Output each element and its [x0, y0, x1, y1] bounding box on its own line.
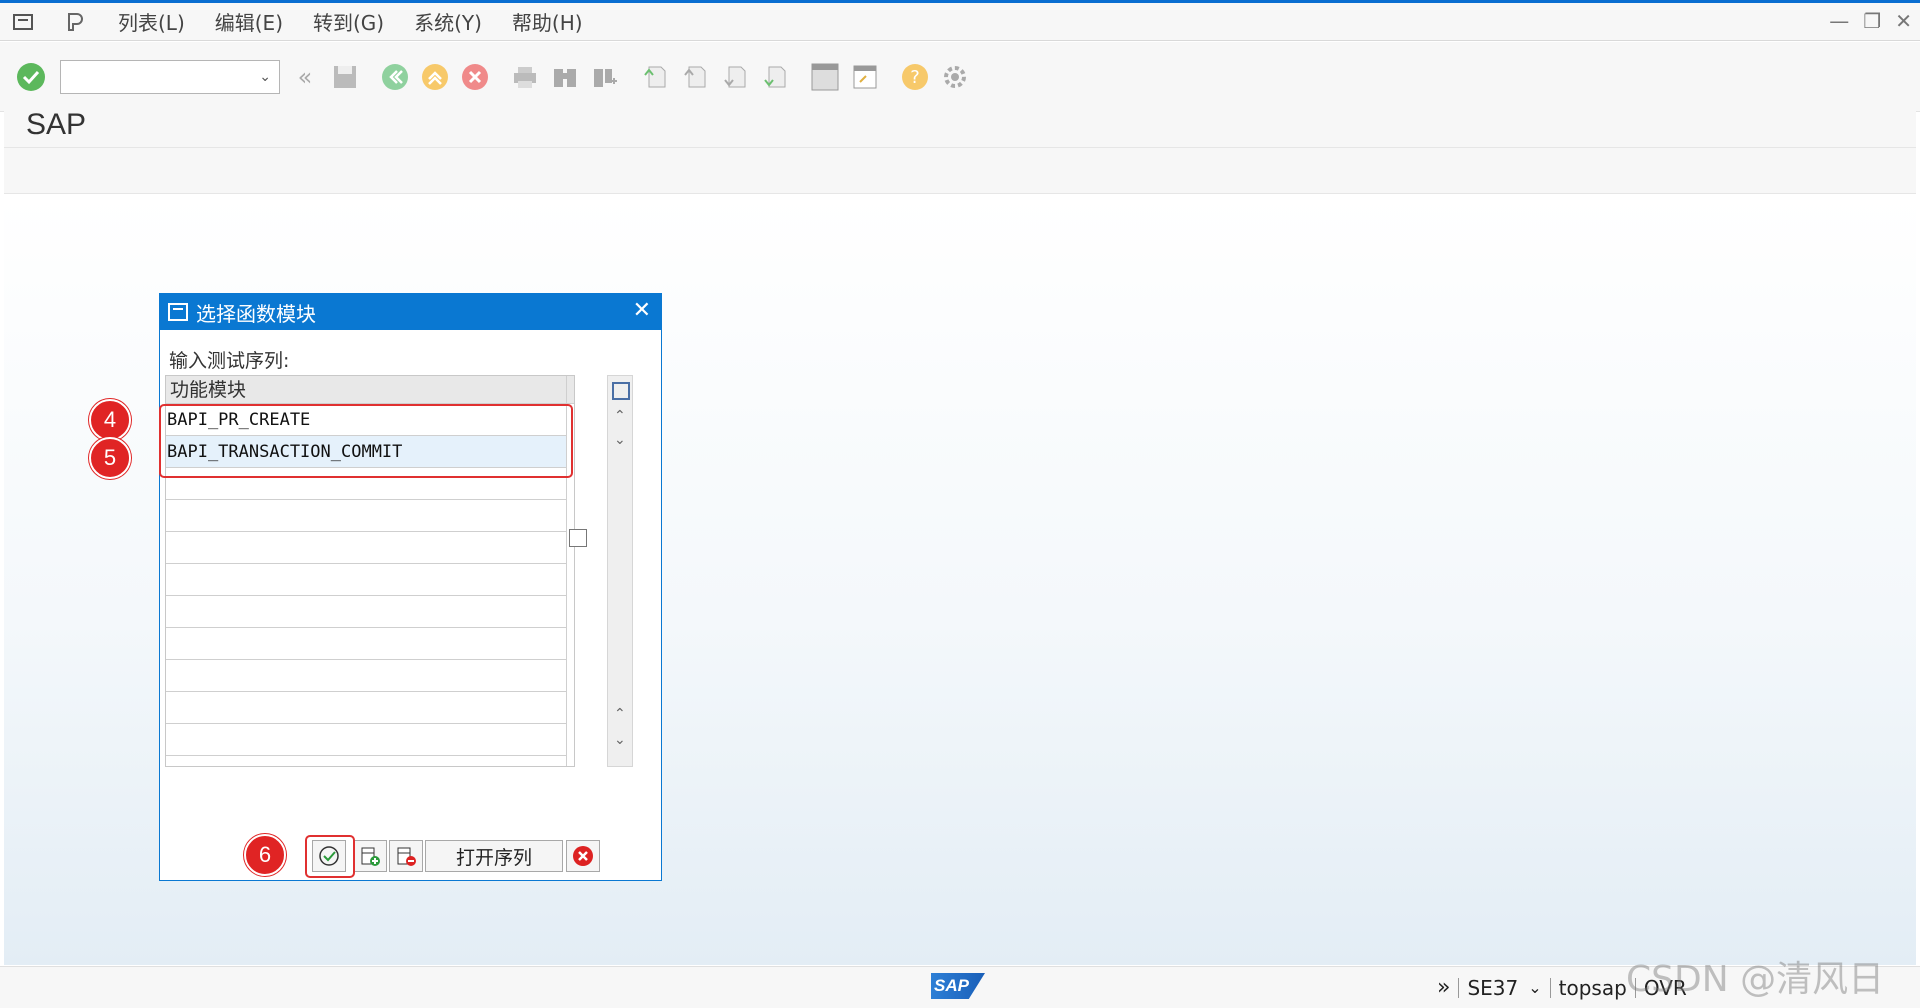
- user-name: topsap: [1558, 975, 1627, 1000]
- cancel-icon: [573, 846, 593, 866]
- dialog-header: 选择函数模块: [160, 294, 661, 330]
- last-page-icon: [758, 60, 792, 94]
- column-header-function-module: 功能模块: [166, 376, 574, 404]
- system-menu-icon[interactable]: [10, 11, 36, 33]
- double-left-icon: «: [297, 62, 313, 91]
- table-row[interactable]: [166, 724, 566, 756]
- table-row[interactable]: [166, 692, 566, 724]
- find-next-icon: [588, 60, 622, 94]
- cancel-icon[interactable]: [458, 60, 492, 94]
- insert-row-icon: [361, 847, 380, 866]
- menu-bar: 列表(L) 编辑(E) 转到(G) 系统(Y) 帮助(H) — ❐ ✕: [0, 3, 1920, 41]
- insert-row-button[interactable]: [353, 840, 387, 872]
- table-scrollbar[interactable]: ⌃ ⌄ ⌃ ⌄: [607, 375, 633, 767]
- table-row[interactable]: [166, 628, 566, 660]
- table-settings-icon[interactable]: [612, 382, 630, 400]
- transaction-code: SE37: [1467, 975, 1519, 1000]
- scroll-down-icon[interactable]: ⌄: [614, 432, 626, 448]
- menu-help[interactable]: 帮助(H): [512, 7, 583, 36]
- find-icon: [548, 60, 582, 94]
- exit-icon[interactable]: [418, 60, 452, 94]
- help-icon[interactable]: ?: [898, 60, 932, 94]
- chevron-down-icon[interactable]: ⌄: [1528, 978, 1541, 997]
- delete-row-button[interactable]: [389, 840, 423, 872]
- menu-system[interactable]: 系统(Y): [414, 7, 482, 36]
- step-4-badge: 4: [89, 399, 131, 441]
- minimize-icon[interactable]: —: [1829, 9, 1849, 33]
- copy-icon[interactable]: [569, 529, 587, 547]
- highlight-execute-annotation: [305, 835, 355, 878]
- step-5-badge: 5: [89, 437, 131, 479]
- delete-row-icon: [397, 847, 416, 866]
- table-row[interactable]: [166, 500, 566, 532]
- highlight-rows-annotation: [159, 404, 573, 478]
- scroll-up-icon[interactable]: ⌃: [614, 408, 626, 424]
- dialog-button-bar: 打开序列: [160, 840, 661, 876]
- table-row[interactable]: [166, 532, 566, 564]
- table-row[interactable]: [166, 596, 566, 628]
- select-function-module-dialog: 选择函数模块 ✕ 输入测试序列: 功能模块 BAPI_PR_CREATE BAP…: [159, 293, 662, 881]
- previous-page-icon: [678, 60, 712, 94]
- customize-icon[interactable]: [62, 11, 88, 33]
- title-area: SAP: [4, 104, 1916, 148]
- step-6-badge: 6: [244, 834, 286, 876]
- menu-list[interactable]: 列表(L): [118, 7, 185, 36]
- next-page-icon: [718, 60, 752, 94]
- save-icon: [328, 60, 362, 94]
- new-session-icon: [808, 60, 842, 94]
- scroll-up-bottom-icon[interactable]: ⌃: [614, 706, 626, 722]
- cancel-dialog-button[interactable]: [566, 840, 600, 872]
- svg-text:?: ?: [910, 67, 920, 88]
- expand-status-icon[interactable]: »: [1437, 975, 1450, 1000]
- settings-gear-icon[interactable]: [938, 60, 972, 94]
- dialog-title: 选择函数模块: [196, 301, 316, 326]
- window-controls: — ❐ ✕: [1829, 9, 1912, 33]
- menu-edit[interactable]: 编辑(E): [215, 7, 283, 36]
- table-row[interactable]: [166, 564, 566, 596]
- toolbar: ⌄ « ?: [0, 42, 1920, 112]
- restore-icon[interactable]: ❐: [1863, 9, 1881, 33]
- first-page-icon: [638, 60, 672, 94]
- dialog-window-icon: [168, 303, 188, 321]
- close-window-icon[interactable]: ✕: [1895, 9, 1912, 33]
- page-title: SAP: [26, 108, 87, 141]
- table-row[interactable]: [166, 660, 566, 692]
- test-sequence-label: 输入测试序列:: [169, 350, 290, 372]
- watermark: CSDN @清风日下: [1626, 959, 1885, 1000]
- sap-logo: SAP: [931, 973, 985, 999]
- chevron-down-icon[interactable]: ⌄: [259, 69, 271, 85]
- command-field[interactable]: ⌄: [60, 59, 280, 94]
- application-toolbar: [4, 148, 1916, 194]
- open-sequence-button[interactable]: 打开序列: [425, 840, 563, 872]
- dialog-close-icon[interactable]: ✕: [633, 298, 651, 323]
- scroll-down-bottom-icon[interactable]: ⌄: [614, 732, 626, 748]
- back-icon[interactable]: [378, 60, 412, 94]
- enter-icon[interactable]: [14, 60, 48, 94]
- menu-goto[interactable]: 转到(G): [313, 7, 384, 36]
- print-icon: [508, 60, 542, 94]
- shortcut-icon: [848, 60, 882, 94]
